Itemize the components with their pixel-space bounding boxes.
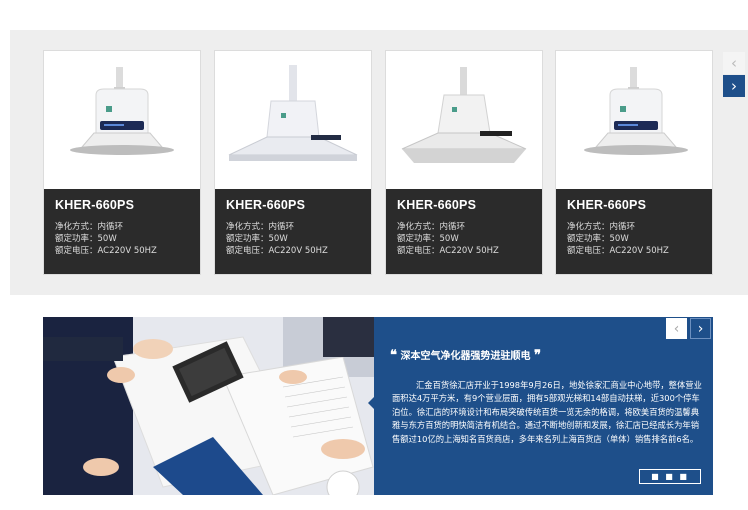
news-feature: ‹ › ❝ 深本空气净化器强势进驻顺电 ❞ 汇金百货徐汇店开业于1998年9月2… (43, 317, 713, 495)
product-spec-mode: 净化方式：内循环 (397, 222, 466, 232)
product-spec-mode: 净化方式：内循环 (55, 222, 124, 232)
product-carousel: KHER-660PS 净化方式：内循环 额定功率：50W 额定电压：AC220V… (10, 30, 748, 295)
product-info: KHER-660PS 净化方式：内循环 额定功率：50W 额定电压：AC220V… (215, 189, 371, 274)
carousel-next-button[interactable]: › (723, 75, 745, 97)
product-model: KHER-660PS (567, 198, 647, 212)
product-card[interactable]: KHER-660PS 净化方式：内循环 额定功率：50W 额定电压：AC220V… (385, 50, 543, 275)
news-headline[interactable]: ❝ 深本空气净化器强势进驻顺电 ❞ (390, 347, 541, 363)
news-prev-button[interactable]: ‹ (666, 318, 687, 339)
chevron-left-icon: ‹ (731, 53, 737, 72)
round-purifier-hood-image (556, 51, 712, 189)
product-spec-voltage: 额定电压：AC220V 50HZ (226, 246, 328, 256)
carousel-prev-button[interactable]: ‹ (723, 52, 745, 74)
news-next-button[interactable]: › (690, 318, 711, 339)
news-body: 汇金百货徐汇店开业于1998年9月26日，地处徐家汇商业中心地带，整体营业面积达… (392, 380, 702, 444)
product-model: KHER-660PS (226, 198, 306, 212)
product-card[interactable]: KHER-660PS 净化方式：内循环 额定功率：50W 额定电压：AC220V… (43, 50, 201, 275)
quote-close-icon: ❞ (533, 348, 541, 363)
product-card[interactable]: KHER-660PS 净化方式：内循环 额定功率：50W 额定电压：AC220V… (214, 50, 372, 275)
quote-open-icon: ❝ (390, 348, 397, 363)
panel-pointer (368, 397, 374, 409)
product-spec-mode: 净化方式：内循环 (567, 222, 636, 232)
chevron-left-icon: ‹ (673, 320, 680, 337)
product-spec-voltage: 额定电压：AC220V 50HZ (397, 246, 499, 256)
dots-icon: ■ ■ ■ (651, 472, 689, 481)
product-model: KHER-660PS (55, 198, 135, 212)
chevron-right-icon: › (697, 320, 704, 337)
product-info: KHER-660PS 净化方式：内循环 额定功率：50W 额定电压：AC220V… (386, 189, 542, 274)
product-card[interactable]: KHER-660PS 净化方式：内循环 额定功率：50W 额定电压：AC220V… (555, 50, 713, 275)
product-info: KHER-660PS 净化方式：内循环 额定功率：50W 额定电压：AC220V… (556, 189, 712, 274)
product-spec-voltage: 额定电压：AC220V 50HZ (567, 246, 669, 256)
chevron-right-icon: › (731, 76, 737, 95)
square-purifier-hood-image (386, 51, 542, 189)
product-spec-power: 额定功率：50W (55, 234, 117, 244)
product-spec-power: 额定功率：50W (567, 234, 629, 244)
news-panel: ‹ › ❝ 深本空气净化器强势进驻顺电 ❞ 汇金百货徐汇店开业于1998年9月2… (368, 317, 713, 495)
product-spec-mode: 净化方式：内循环 (226, 222, 295, 232)
more-button[interactable]: ■ ■ ■ (639, 469, 701, 484)
square-purifier-hood-image (215, 51, 371, 189)
round-purifier-hood-image (44, 51, 200, 189)
office-meeting-image (43, 317, 374, 495)
product-spec-power: 额定功率：50W (226, 234, 288, 244)
product-model: KHER-660PS (397, 198, 477, 212)
news-headline-text: 深本空气净化器强势进驻顺电 (400, 351, 531, 362)
product-info: KHER-660PS 净化方式：内循环 额定功率：50W 额定电压：AC220V… (44, 189, 200, 274)
product-spec-voltage: 额定电压：AC220V 50HZ (55, 246, 157, 256)
product-spec-power: 额定功率：50W (397, 234, 459, 244)
